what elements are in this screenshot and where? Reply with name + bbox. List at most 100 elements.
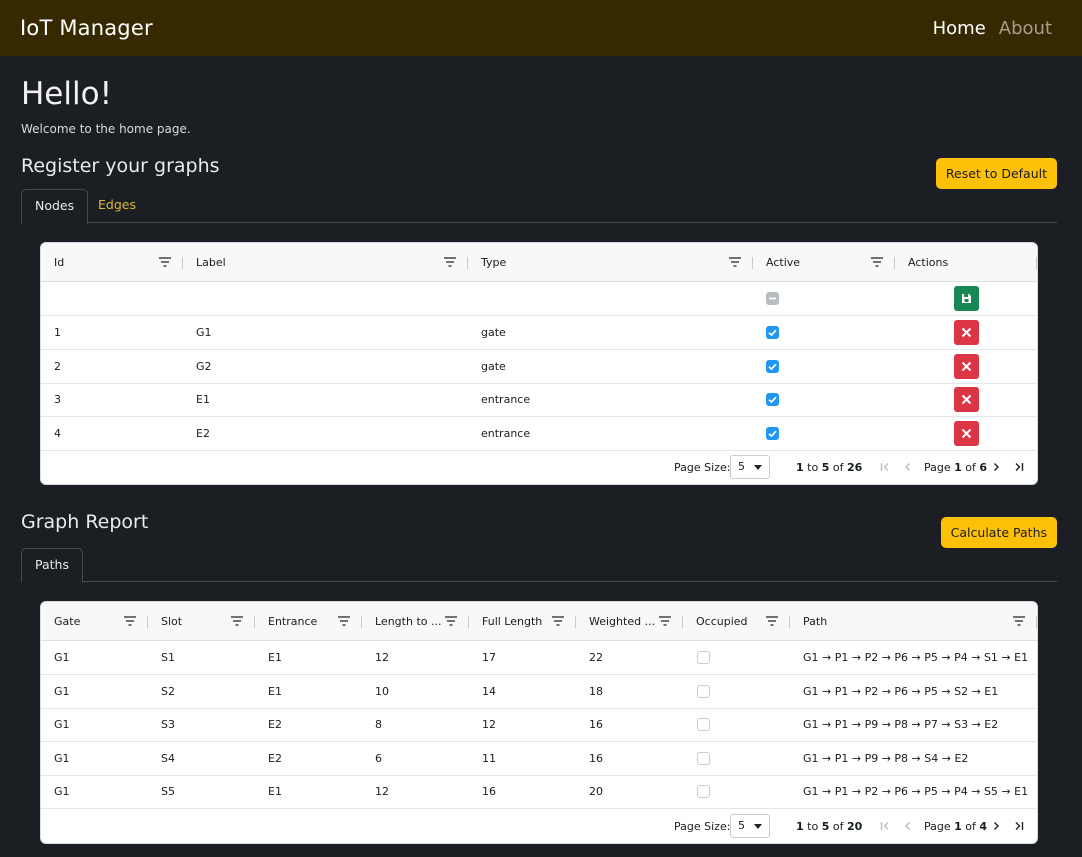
filter-icon[interactable]: [444, 257, 456, 267]
cell-gate: G1: [54, 651, 70, 664]
last-page-icon[interactable]: [1014, 820, 1024, 832]
cell-full-length: 12: [482, 718, 496, 731]
nav-link-home[interactable]: Home: [933, 18, 986, 39]
prev-page-icon[interactable]: [903, 820, 913, 832]
column-header-label: Path: [803, 615, 828, 628]
page-size-select[interactable]: 5: [730, 814, 770, 838]
filter-icon[interactable]: [338, 616, 350, 626]
tab-edges[interactable]: Edges: [85, 189, 149, 223]
delete-button[interactable]: [954, 421, 979, 446]
row-from: 1: [796, 820, 804, 833]
filter-icon[interactable]: [552, 616, 564, 626]
active-checkbox-indeterminate[interactable]: [766, 292, 779, 305]
cell-full-length: 11: [482, 752, 496, 765]
column-header-label-col[interactable]: Label: [183, 243, 468, 282]
of-word: of: [965, 461, 976, 474]
page-summary: Page 1 of 4: [924, 820, 987, 833]
cell-length-to: 12: [375, 651, 389, 664]
of-word: of: [832, 820, 844, 833]
column-header-type[interactable]: Type: [468, 243, 753, 282]
active-checkbox[interactable]: [766, 326, 779, 339]
paths-grid-header: Gate Slot Entrance Length to ... Full Le: [41, 602, 1037, 641]
cell-length-to: 6: [375, 752, 382, 765]
filter-icon[interactable]: [659, 616, 671, 626]
to-word: to: [807, 820, 819, 833]
table-row[interactable]: G1 S2 E1 10 14 18 G1 → P1 → P2 → P6 → P5…: [41, 675, 1037, 709]
filter-icon[interactable]: [231, 616, 243, 626]
page-size-select[interactable]: 5: [730, 455, 770, 479]
cell-slot: S5: [161, 785, 175, 798]
delete-button[interactable]: [954, 354, 979, 379]
column-header-label: Length to ...: [375, 615, 442, 628]
column-header-length-to[interactable]: Length to ...: [362, 602, 469, 641]
delete-button[interactable]: [954, 387, 979, 412]
filter-icon[interactable]: [729, 257, 741, 267]
column-header-id[interactable]: Id: [41, 243, 183, 282]
column-header-entrance[interactable]: Entrance: [255, 602, 362, 641]
filter-icon[interactable]: [445, 616, 457, 626]
first-page-icon[interactable]: [880, 461, 890, 473]
column-header-label: Entrance: [268, 615, 318, 628]
table-row[interactable]: 2 G2 gate: [41, 350, 1037, 384]
tab-paths[interactable]: Paths: [21, 548, 83, 583]
table-row[interactable]: G1 S1 E1 12 17 22 G1 → P1 → P2 → P6 → P5…: [41, 641, 1037, 675]
filter-icon[interactable]: [766, 616, 778, 626]
reset-to-default-button[interactable]: Reset to Default: [935, 158, 1057, 189]
cell-weighted: 18: [589, 685, 603, 698]
column-header-weighted[interactable]: Weighted ...: [576, 602, 683, 641]
occupied-checkbox[interactable]: [697, 685, 710, 698]
cell-type: gate: [481, 360, 506, 373]
brand[interactable]: IoT Manager: [20, 16, 153, 40]
table-row[interactable]: G1 S5 E1 12 16 20 G1 → P1 → P2 → P6 → P5…: [41, 775, 1037, 809]
save-button[interactable]: [954, 286, 979, 311]
page-title: Hello!: [21, 76, 113, 112]
table-row[interactable]: 4 E2 entrance: [41, 417, 1037, 451]
column-header-actions[interactable]: Actions: [895, 243, 1037, 282]
column-header-occupied[interactable]: Occupied: [683, 602, 790, 641]
next-page-icon[interactable]: [991, 820, 1001, 832]
of-word: of: [965, 820, 976, 833]
table-row[interactable]: G1 S3 E2 8 12 16 G1 → P1 → P9 → P8 → P7 …: [41, 708, 1037, 742]
new-node-row[interactable]: [41, 282, 1037, 316]
tab-nodes[interactable]: Nodes: [21, 189, 89, 224]
cell-label: G2: [196, 360, 212, 373]
cell-entrance: E2: [268, 718, 282, 731]
column-separator[interactable]: [1036, 616, 1037, 628]
table-row[interactable]: 1 G1 gate: [41, 316, 1037, 350]
register-tabs: Nodes Edges: [21, 189, 1057, 224]
occupied-checkbox[interactable]: [697, 785, 710, 798]
to-word: to: [807, 461, 819, 474]
active-checkbox[interactable]: [766, 360, 779, 373]
active-checkbox[interactable]: [766, 393, 779, 406]
column-header-label: Gate: [54, 615, 81, 628]
table-row[interactable]: G1 S4 E2 6 11 16 G1 → P1 → P9 → P8 → S4 …: [41, 742, 1037, 776]
last-page-icon[interactable]: [1014, 461, 1024, 473]
column-header-full-length[interactable]: Full Length: [469, 602, 576, 641]
delete-icon: [961, 428, 972, 439]
filter-icon[interactable]: [1013, 616, 1025, 626]
occupied-checkbox[interactable]: [697, 651, 710, 664]
column-header-slot[interactable]: Slot: [148, 602, 255, 641]
page-size-value: 5: [738, 819, 745, 832]
delete-button[interactable]: [954, 320, 979, 345]
nav-links: Home About: [933, 18, 1062, 39]
cell-label: G1: [196, 326, 212, 339]
page-word: Page: [924, 820, 951, 833]
first-page-icon[interactable]: [880, 820, 890, 832]
column-header-path[interactable]: Path: [790, 602, 1037, 641]
occupied-checkbox[interactable]: [697, 718, 710, 731]
column-separator[interactable]: [1036, 257, 1037, 269]
filter-icon[interactable]: [124, 616, 136, 626]
calculate-paths-button[interactable]: Calculate Paths: [940, 517, 1057, 548]
occupied-checkbox[interactable]: [697, 752, 710, 765]
nav-link-about[interactable]: About: [999, 18, 1052, 39]
prev-page-icon[interactable]: [903, 461, 913, 473]
column-header-gate[interactable]: Gate: [41, 602, 148, 641]
filter-icon[interactable]: [871, 257, 883, 267]
active-checkbox[interactable]: [766, 427, 779, 440]
cell-weighted: 20: [589, 785, 603, 798]
filter-icon[interactable]: [159, 257, 171, 267]
column-header-active[interactable]: Active: [753, 243, 895, 282]
table-row[interactable]: 3 E1 entrance: [41, 383, 1037, 417]
next-page-icon[interactable]: [991, 461, 1001, 473]
